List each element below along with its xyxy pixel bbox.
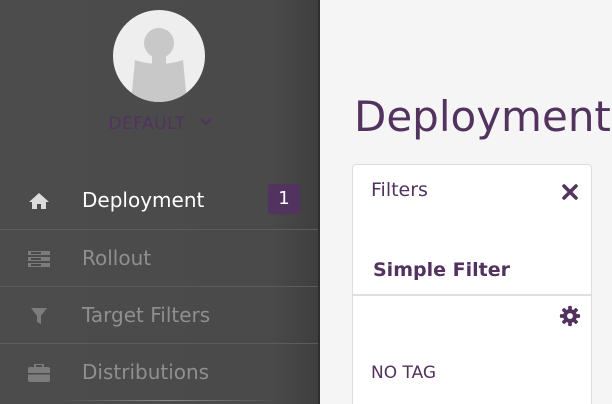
sidebar-item-rollout[interactable]: Rollout: [0, 229, 318, 287]
app-window: DEFAULT Deployment 1 Rollout Target Filt…: [0, 0, 612, 404]
home-icon: [29, 193, 49, 209]
sidebar-item-label: Deployment: [82, 188, 205, 212]
gear-icon[interactable]: [559, 305, 581, 327]
briefcase-icon: [28, 364, 50, 382]
sidebar-menu: Deployment 1 Rollout Target Filters Dist…: [0, 172, 318, 401]
page-title: Deployment Management: [354, 92, 612, 141]
tenant-label: DEFAULT: [108, 114, 186, 134]
filters-panel: Filters Simple Filter NO TAG: [352, 164, 592, 404]
tenant-dropdown[interactable]: DEFAULT: [0, 114, 320, 134]
sidebar-item-label: Rollout: [82, 246, 152, 270]
chevron-down-icon: [199, 118, 212, 126]
sidebar-item-label: Distributions: [82, 360, 210, 384]
avatar[interactable]: [113, 10, 205, 102]
server-icon: [28, 251, 50, 267]
notification-badge: 1: [268, 184, 300, 214]
funnel-icon: [31, 308, 47, 324]
main-content: Deployment Management Filters Simple Fil…: [320, 0, 612, 404]
panel-title: Filters: [371, 179, 428, 201]
divider: [353, 294, 591, 296]
section-title: Simple Filter: [373, 259, 510, 281]
user-silhouette-icon: [131, 28, 187, 102]
sidebar: DEFAULT Deployment 1 Rollout Target Filt…: [0, 0, 320, 404]
tag-item-no-tag[interactable]: NO TAG: [371, 363, 436, 383]
sidebar-item-label: Target Filters: [82, 303, 211, 327]
close-icon[interactable]: [561, 183, 579, 201]
sidebar-item-distributions[interactable]: Distributions: [0, 343, 318, 401]
sidebar-item-deployment[interactable]: Deployment 1: [0, 172, 318, 230]
sidebar-item-target-filters[interactable]: Target Filters: [0, 286, 318, 344]
